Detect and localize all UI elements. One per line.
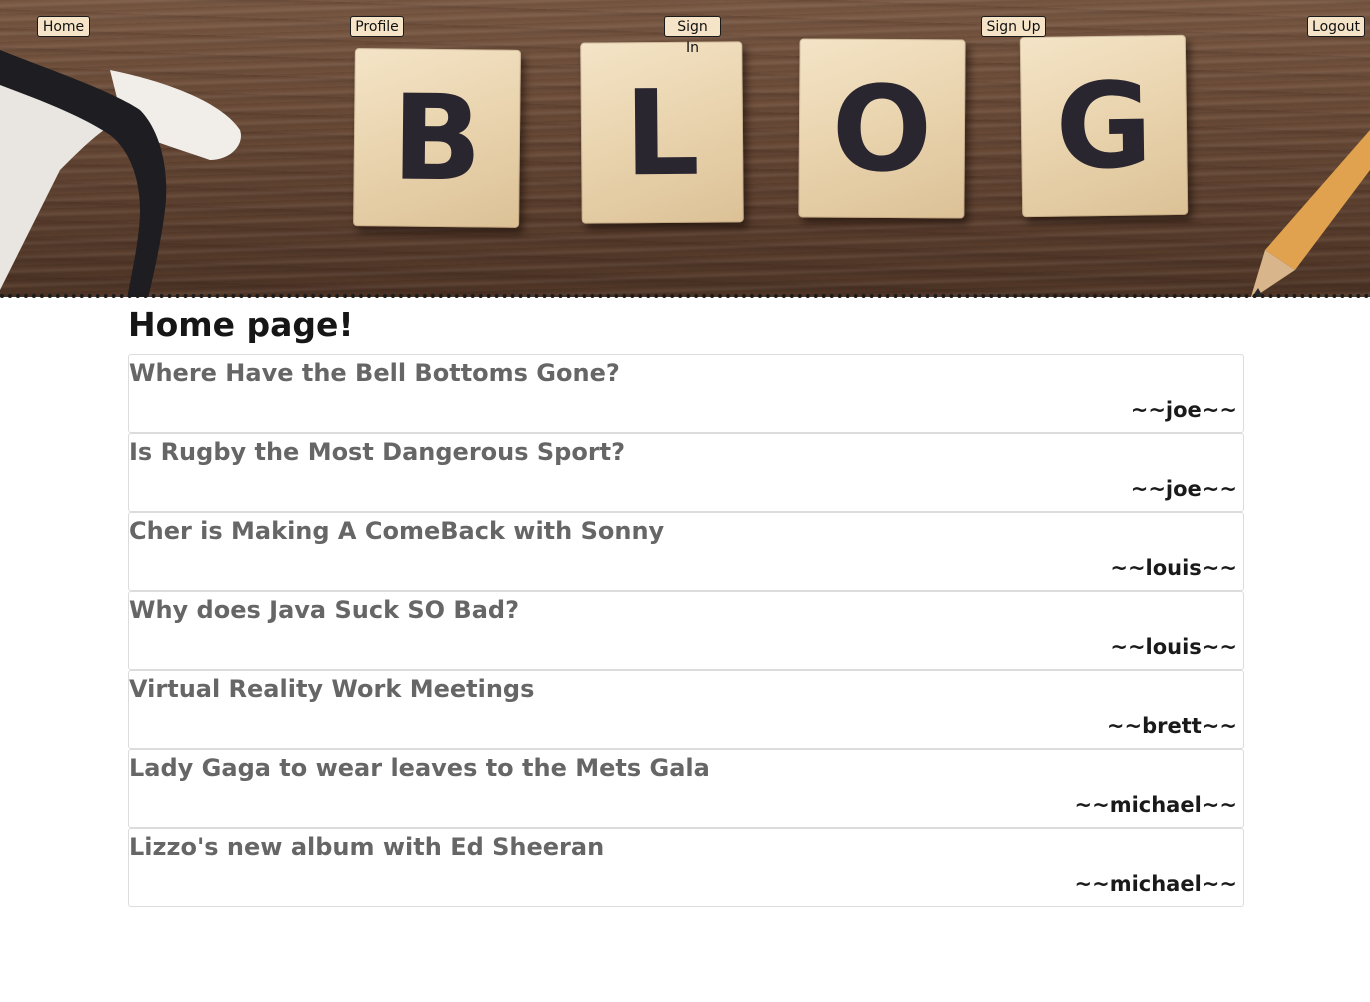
post-author: ~~louis~~ <box>1110 635 1237 659</box>
nav-home-button[interactable]: Home <box>37 16 90 37</box>
glasses-image <box>0 50 241 297</box>
post-title[interactable]: Is Rugby the Most Dangerous Sport? <box>129 436 625 468</box>
post-card[interactable]: Lizzo's new album with Ed Sheeran ~~mich… <box>128 828 1244 907</box>
post-card[interactable]: Is Rugby the Most Dangerous Sport? ~~joe… <box>128 433 1244 512</box>
post-author: ~~joe~~ <box>1130 477 1237 501</box>
post-card[interactable]: Why does Java Suck SO Bad? ~~louis~~ <box>128 591 1244 670</box>
post-title[interactable]: Why does Java Suck SO Bad? <box>129 594 519 626</box>
nav-sign-in-button[interactable]: Sign In <box>664 16 721 56</box>
post-card[interactable]: Cher is Making A ComeBack with Sonny ~~l… <box>128 512 1244 591</box>
post-title[interactable]: Where Have the Bell Bottoms Gone? <box>129 357 620 389</box>
post-title[interactable]: Cher is Making A ComeBack with Sonny <box>129 515 664 547</box>
post-author: ~~louis~~ <box>1110 556 1237 580</box>
post-author: ~~brett~~ <box>1106 714 1237 738</box>
post-title[interactable]: Virtual Reality Work Meetings <box>129 673 534 705</box>
post-card[interactable]: Virtual Reality Work Meetings ~~brett~~ <box>128 670 1244 749</box>
page-title: Home page! <box>128 305 354 344</box>
post-author: ~~michael~~ <box>1074 872 1237 896</box>
post-card[interactable]: Lady Gaga to wear leaves to the Mets Gal… <box>128 749 1244 828</box>
pencil-image <box>1250 130 1370 297</box>
tile-b: B <box>353 48 521 228</box>
nav-profile-button[interactable]: Profile <box>350 16 404 37</box>
tile-o: O <box>798 38 966 219</box>
tile-g: G <box>1019 34 1189 218</box>
main-content: Home page! Where Have the Bell Bottoms G… <box>128 302 1244 907</box>
post-title[interactable]: Lady Gaga to wear leaves to the Mets Gal… <box>129 752 710 784</box>
tile-l: L <box>580 41 744 224</box>
post-author: ~~michael~~ <box>1074 793 1237 817</box>
post-title[interactable]: Lizzo's new album with Ed Sheeran <box>129 831 604 863</box>
nav-logout-button[interactable]: Logout <box>1307 16 1365 37</box>
post-card[interactable]: Where Have the Bell Bottoms Gone? ~~joe~… <box>128 354 1244 433</box>
post-author: ~~joe~~ <box>1130 398 1237 422</box>
nav-sign-up-button[interactable]: Sign Up <box>981 16 1046 37</box>
banner-dotted-border <box>0 294 1370 298</box>
